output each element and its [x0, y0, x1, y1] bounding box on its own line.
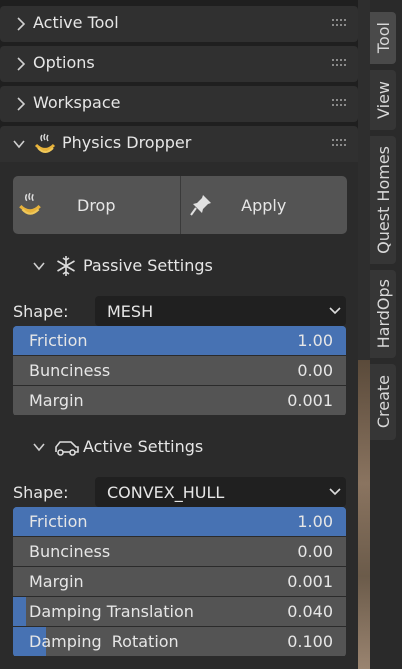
active-field-friction[interactable]: Friction 1.00 [13, 507, 346, 536]
tab-label: Tool [373, 22, 393, 54]
snowflake-icon [57, 256, 75, 276]
chevron-down-icon [33, 262, 45, 271]
field-label: Damping Translation [29, 602, 194, 621]
chevron-right-icon [17, 57, 26, 71]
panel-title: Workspace [33, 93, 121, 112]
active-shape-select[interactable]: CONVEX_HULL [95, 477, 346, 507]
chevron-down-icon [33, 443, 45, 452]
field-label: Friction [29, 512, 88, 531]
panel-header-physics-dropper[interactable]: Physics Dropper [0, 126, 358, 162]
field-value: 0.00 [297, 542, 333, 561]
drag-grip-icon[interactable] [332, 19, 346, 27]
panel-header-workspace[interactable]: Workspace [0, 86, 358, 122]
tab-quest-homes[interactable]: Quest Homes [370, 136, 396, 264]
physics-dropper-icon [34, 133, 56, 153]
tab-label: View [373, 81, 393, 119]
field-value: 1.00 [297, 512, 333, 531]
passive-shape-label: Shape: [13, 302, 69, 321]
passive-shape-value: MESH [107, 302, 154, 321]
chevron-right-icon [17, 17, 26, 31]
value-fill [13, 597, 27, 626]
active-settings-header[interactable]: Active Settings [0, 429, 358, 465]
panel-header-options[interactable]: Options [0, 46, 358, 82]
active-field-damping-rotation[interactable]: Damping Rotation 0.100 [13, 627, 346, 656]
active-settings-title: Active Settings [83, 437, 204, 456]
tab-label: HardOps [373, 279, 393, 349]
chevron-down-icon [329, 488, 341, 496]
field-value: 0.100 [287, 632, 333, 651]
passive-shape-select[interactable]: MESH [95, 296, 346, 326]
panel-title: Physics Dropper [62, 133, 192, 152]
sidebar-tabs: Tool View Quest Homes HardOps Create [370, 0, 402, 669]
chevron-down-icon [329, 307, 341, 315]
tab-tool[interactable]: Tool [370, 12, 396, 64]
field-label: Bunciness [29, 361, 111, 380]
apply-button[interactable]: Apply [179, 176, 347, 234]
field-label: Friction [29, 331, 88, 350]
field-label: Margin [29, 572, 84, 591]
tab-hardops[interactable]: HardOps [370, 270, 396, 358]
passive-field-margin[interactable]: Margin 0.001 [13, 386, 346, 415]
chevron-right-icon [17, 97, 26, 111]
panel-header-active-tool[interactable]: Active Tool [0, 6, 358, 42]
tab-create[interactable]: Create [370, 364, 396, 440]
passive-field-friction[interactable]: Friction 1.00 [13, 326, 346, 355]
drag-grip-icon[interactable] [332, 99, 346, 107]
tab-label: Create [373, 375, 393, 429]
car-icon [55, 441, 79, 456]
field-label: Bunciness [29, 542, 111, 561]
field-value: 0.040 [287, 602, 333, 621]
chevron-down-icon [13, 140, 25, 149]
viewport-edge-texture [358, 360, 370, 669]
field-label: Damping Rotation [29, 632, 179, 651]
active-shape-label: Shape: [13, 483, 69, 502]
passive-fields: Friction 1.00 Bunciness 0.00 Margin 0.00… [13, 326, 346, 416]
drop-button-label: Drop [77, 196, 116, 215]
field-label: Margin [29, 391, 84, 410]
active-field-damping-translation[interactable]: Damping Translation 0.040 [13, 597, 346, 626]
active-shape-value: CONVEX_HULL [107, 483, 225, 502]
apply-button-label: Apply [241, 196, 287, 215]
field-value: 0.001 [287, 391, 333, 410]
panel-title: Options [33, 53, 95, 72]
active-fields: Friction 1.00 Bunciness 0.00 Margin 0.00… [13, 507, 346, 657]
tab-view[interactable]: View [370, 70, 396, 130]
active-field-margin[interactable]: Margin 0.001 [13, 567, 346, 596]
active-field-bunciness[interactable]: Bunciness 0.00 [13, 537, 346, 566]
drag-grip-icon[interactable] [332, 139, 346, 147]
passive-field-bunciness[interactable]: Bunciness 0.00 [13, 356, 346, 385]
drop-button[interactable]: Drop [13, 176, 180, 234]
panel-title: Active Tool [33, 13, 119, 32]
tab-label: Quest Homes [373, 146, 393, 254]
field-value: 1.00 [297, 331, 333, 350]
drag-grip-icon[interactable] [332, 59, 346, 67]
field-value: 0.00 [297, 361, 333, 380]
action-button-row: Drop Apply [13, 176, 347, 234]
passive-settings-header[interactable]: Passive Settings [0, 248, 358, 284]
passive-settings-title: Passive Settings [83, 256, 213, 275]
field-value: 0.001 [287, 572, 333, 591]
properties-panel: Active Tool Options Workspace Physics Dr… [0, 0, 358, 669]
